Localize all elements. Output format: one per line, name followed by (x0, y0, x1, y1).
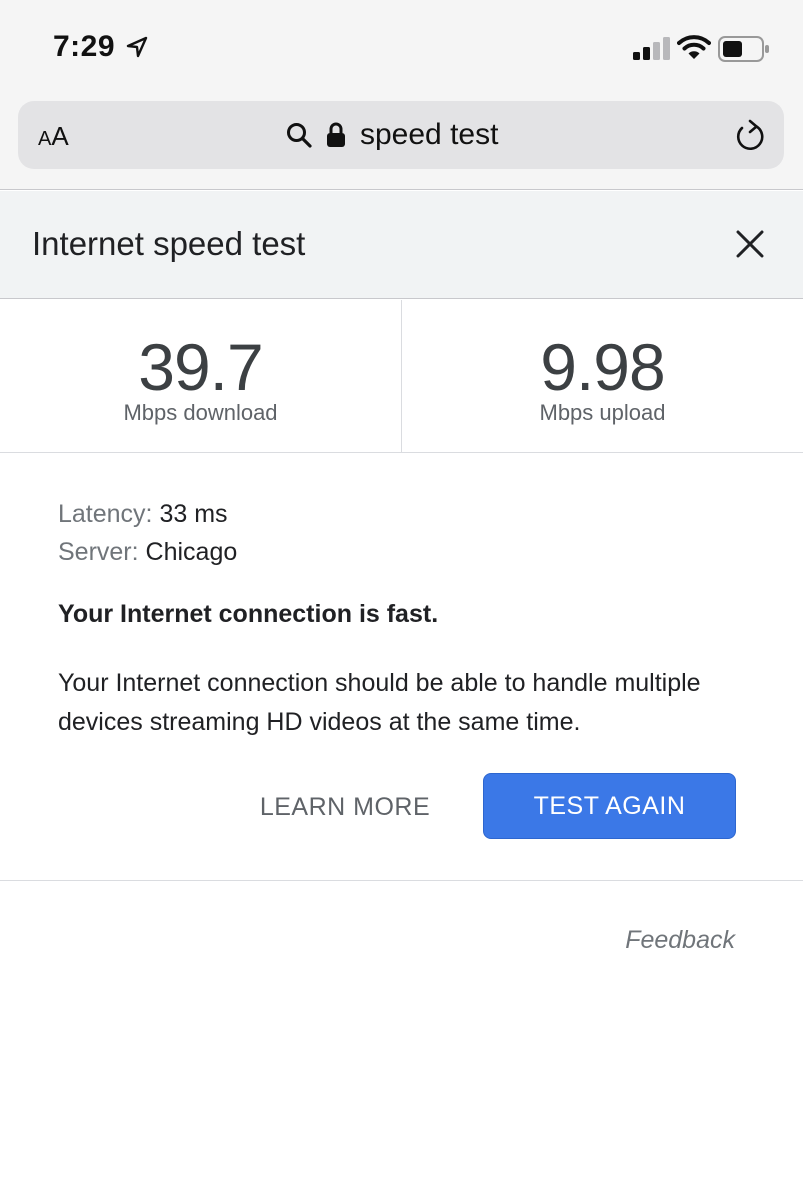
battery-icon (718, 36, 769, 62)
url-field[interactable]: speed test (286, 115, 498, 155)
speed-results: 39.7 Mbps download 9.98 Mbps upload (0, 300, 803, 453)
status-bar: 7:29 (0, 0, 803, 96)
learn-more-button[interactable]: LEARN MORE (240, 774, 450, 840)
status-time: 7:29 (53, 30, 116, 63)
divider (0, 880, 803, 881)
close-icon[interactable] (736, 230, 764, 258)
wifi-icon (677, 35, 711, 59)
latency-value: 33 ms (159, 500, 228, 528)
server-value: Chicago (145, 538, 238, 566)
address-bar[interactable]: AA speed test (18, 101, 784, 169)
sheet-header: Internet speed test (0, 191, 803, 299)
speed-description: Your Internet connection should be able … (58, 669, 701, 736)
url-text: speed test (360, 118, 499, 151)
test-details: Latency: 33 ms Server: Chicago (58, 495, 758, 571)
test-again-button[interactable]: TEST AGAIN (483, 773, 736, 839)
reload-icon[interactable] (734, 119, 766, 153)
lock-icon (327, 122, 345, 147)
download-speed-unit: Mbps download (123, 400, 278, 425)
cellular-signal-icon (633, 37, 670, 60)
speed-verdict: Your Internet connection is fast. (58, 600, 439, 628)
browser-chrome: 7:29 AA speed test (0, 0, 803, 190)
upload-result: 9.98 Mbps upload (402, 300, 803, 452)
download-speed-value: 39.7 (138, 330, 263, 404)
download-result: 39.7 Mbps download (0, 300, 401, 452)
server-label: Server: (58, 538, 139, 566)
search-icon (287, 123, 312, 148)
upload-speed-unit: Mbps upload (539, 400, 666, 425)
page-title: Internet speed test (32, 225, 306, 262)
text-size-button[interactable]: AA (38, 121, 69, 154)
server-row: Server: Chicago (58, 533, 758, 571)
latency-row: Latency: 33 ms (58, 495, 758, 533)
latency-label: Latency: (58, 500, 153, 528)
location-arrow-icon (126, 36, 148, 58)
upload-speed-value: 9.98 (540, 330, 665, 404)
feedback-link[interactable]: Feedback (625, 926, 735, 955)
